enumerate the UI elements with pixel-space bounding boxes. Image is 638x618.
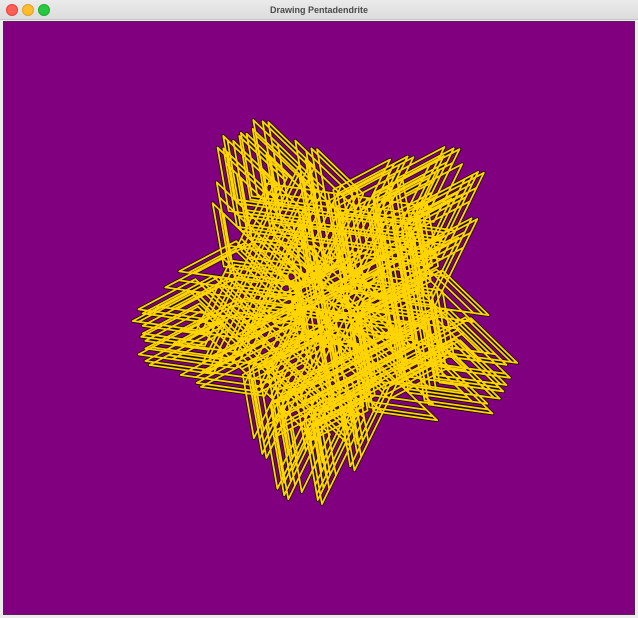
window-title: Drawing Pentadendrite	[269, 5, 368, 15]
pentadendrite-fractal	[131, 118, 519, 506]
drawing-canvas[interactable]	[3, 21, 635, 615]
app-window: Drawing Pentadendrite	[0, 0, 638, 618]
title-bar[interactable]: Drawing Pentadendrite	[0, 0, 638, 20]
